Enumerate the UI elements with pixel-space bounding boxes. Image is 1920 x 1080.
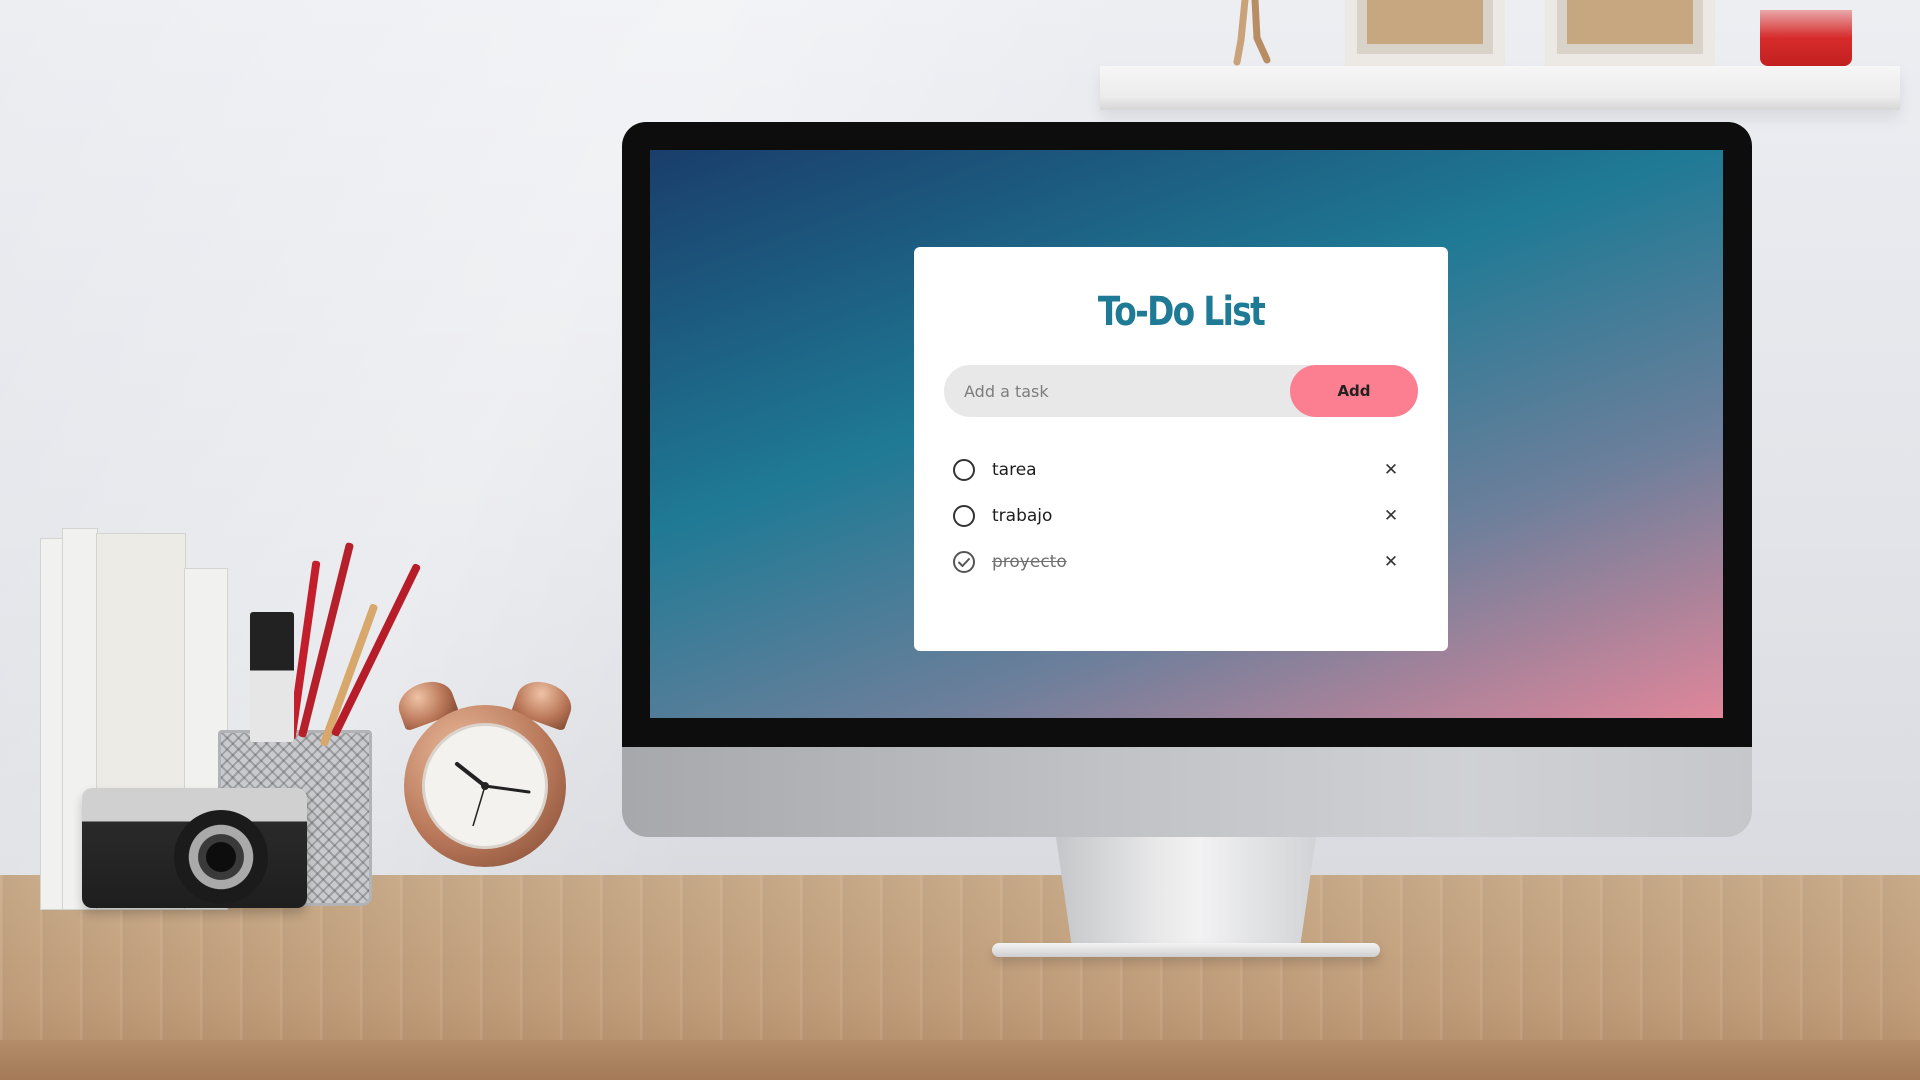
check-circle-icon[interactable] [952,550,976,574]
close-icon[interactable]: ✕ [1380,459,1402,481]
cork-board-frame [1345,0,1505,66]
cork-board-frame [1545,0,1715,66]
app-title: To-Do List [1097,289,1266,335]
task-entry-row: Add [944,365,1418,417]
monitor-chin [622,747,1752,837]
circle-icon[interactable] [952,458,976,482]
circle-icon[interactable] [952,504,976,528]
task-item-completed[interactable]: proyecto ✕ [952,539,1410,585]
close-icon[interactable]: ✕ [1380,551,1402,573]
task-text: tarea [992,460,1037,480]
task-item[interactable]: tarea ✕ [952,447,1410,493]
wall-shelf [1100,66,1900,110]
task-text: trabajo [992,506,1053,526]
red-cup-decoration [1760,10,1852,66]
task-list: tarea ✕ trabajo ✕ proyecto ✕ [952,447,1410,585]
alarm-clock-decoration [392,665,578,885]
monitor-screen: To-Do List Add tarea ✕ [650,150,1723,718]
todo-card: To-Do List Add tarea ✕ [914,247,1448,651]
task-item[interactable]: trabajo ✕ [952,493,1410,539]
close-icon[interactable]: ✕ [1380,505,1402,527]
task-text: proyecto [992,552,1067,572]
monitor-stand [1056,837,1316,945]
monitor-stand-base [992,943,1380,957]
paintbrush-decoration [250,612,294,742]
desk-edge [0,1040,1920,1080]
add-task-button[interactable]: Add [1290,365,1418,417]
retro-camera-decoration [82,788,307,908]
wooden-mannequin-decoration [1215,0,1285,66]
